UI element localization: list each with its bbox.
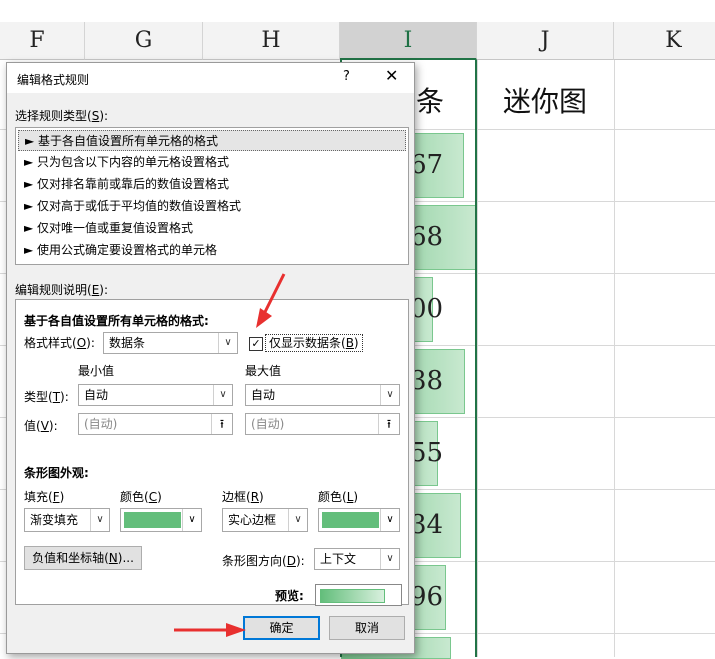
edit-rule-description-label: 编辑规则说明(E):	[15, 283, 109, 297]
maximum-label: 最大值	[245, 364, 282, 378]
format-style-dropdown[interactable]: 数据条 ∨	[103, 332, 238, 354]
column-header-h[interactable]: H	[203, 22, 340, 60]
chevron-down-icon: ∨	[380, 509, 399, 531]
fill-label: 填充(F)	[24, 490, 65, 504]
range-select-icon[interactable]: ⭱	[378, 414, 399, 434]
range-select-icon[interactable]: ⭱	[211, 414, 232, 434]
edit-format-rule-dialog: 编辑格式规则 ? ✕ 选择规则类型(S): ► 基于各自值设置所有单元格的格式 …	[6, 62, 415, 654]
preview-label: 预览:	[275, 589, 304, 603]
minimum-label: 最小值	[78, 364, 115, 378]
bar-direction-label: 条形图方向(D):	[222, 554, 305, 568]
annotation-arrow-checkbox	[256, 273, 286, 328]
format-all-cells-heading: 基于各自值设置所有单元格的格式:	[24, 314, 209, 328]
max-value-text: (自动)	[251, 417, 285, 431]
fill-type-dropdown[interactable]: 渐变填充 ∨	[24, 508, 110, 532]
border-color-picker[interactable]: ∨	[318, 508, 400, 532]
chevron-down-icon: ∨	[182, 509, 201, 531]
annotation-arrow-ok	[174, 623, 246, 637]
rule-type-item[interactable]: ► 仅对高于或低于平均值的数值设置格式	[18, 196, 406, 217]
preview-data-bar	[320, 589, 385, 603]
grid-line	[614, 60, 615, 657]
chevron-down-icon: ∨	[213, 385, 232, 405]
rule-type-list[interactable]: ► 基于各自值设置所有单元格的格式 ► 只为包含以下内容的单元格设置格式 ► 仅…	[15, 127, 409, 265]
column-header-i[interactable]: I	[340, 22, 477, 60]
column-letter: K	[665, 28, 682, 53]
grid-line	[477, 60, 478, 657]
chevron-down-icon: ∨	[90, 509, 109, 531]
fill-type-value: 渐变填充	[30, 513, 79, 527]
max-type-value: 自动	[251, 388, 276, 402]
format-style-label: 格式样式(O):	[24, 336, 95, 350]
column-header-k[interactable]: K	[614, 22, 715, 60]
column-header-j[interactable]: J	[477, 22, 614, 60]
dialog-titlebar[interactable]: 编辑格式规则 ? ✕	[7, 63, 414, 93]
min-value-text: (自动)	[84, 417, 118, 431]
rule-type-item[interactable]: ► 使用公式确定要设置格式的单元格	[18, 240, 406, 261]
fill-color-label: 颜色(C)	[120, 490, 162, 504]
select-rule-type-label: 选择规则类型(S):	[15, 109, 109, 123]
column-header-g[interactable]: G	[85, 22, 203, 60]
chevron-down-icon: ∨	[218, 333, 237, 353]
rule-description-panel: 基于各自值设置所有单元格的格式: 格式样式(O): 数据条 ∨ ✓ 仅显示数据条…	[15, 299, 409, 605]
min-type-value: 自动	[84, 388, 109, 402]
cell-sparkline-header[interactable]: 迷你图	[503, 80, 587, 120]
color-swatch	[322, 512, 379, 528]
max-type-dropdown[interactable]: 自动 ∨	[245, 384, 400, 406]
rule-type-item[interactable]: ► 基于各自值设置所有单元格的格式	[18, 130, 406, 151]
type-label: 类型(T):	[24, 390, 69, 404]
close-icon[interactable]: ✕	[385, 66, 398, 85]
help-button[interactable]: ?	[343, 69, 350, 84]
rule-type-item[interactable]: ► 仅对排名靠前或靠后的数值设置格式	[18, 174, 406, 195]
min-type-dropdown[interactable]: 自动 ∨	[78, 384, 233, 406]
cancel-button[interactable]: 取消	[329, 616, 405, 640]
show-bar-only-label[interactable]: 仅显示数据条(B)	[265, 334, 363, 352]
dialog-title: 编辑格式规则	[17, 73, 90, 87]
column-letter: F	[29, 28, 45, 53]
bar-direction-dropdown[interactable]: 上下文 ∨	[314, 548, 400, 570]
border-type-dropdown[interactable]: 实心边框 ∨	[222, 508, 308, 532]
preview-box	[315, 584, 402, 606]
color-swatch	[124, 512, 181, 528]
format-style-value: 数据条	[109, 336, 146, 350]
chevron-down-icon: ∨	[288, 509, 307, 531]
value-label: 值(V):	[24, 419, 58, 433]
rule-type-item[interactable]: ► 仅对唯一值或重复值设置格式	[18, 218, 406, 239]
max-value-input[interactable]: (自动) ⭱	[245, 413, 400, 435]
column-letter: G	[134, 28, 153, 53]
border-label: 边框(R)	[222, 490, 264, 504]
chevron-down-icon: ∨	[380, 385, 399, 405]
show-bar-only-checkbox[interactable]: ✓	[249, 337, 263, 351]
bar-appearance-heading: 条形图外观:	[24, 466, 89, 480]
ok-button[interactable]: 确定	[243, 616, 320, 640]
border-color-label: 颜色(L)	[318, 490, 359, 504]
column-letter: J	[540, 28, 550, 53]
border-type-value: 实心边框	[228, 513, 277, 527]
chevron-down-icon: ∨	[380, 549, 399, 569]
bar-direction-value: 上下文	[320, 552, 357, 566]
column-letter: I	[403, 27, 413, 53]
fill-color-picker[interactable]: ∨	[120, 508, 202, 532]
negative-value-axis-button[interactable]: 负值和坐标轴(N)...	[24, 546, 142, 570]
column-header-f[interactable]: F	[0, 22, 85, 60]
min-value-input[interactable]: (自动) ⭱	[78, 413, 233, 435]
column-letter: H	[261, 28, 281, 53]
rule-type-item[interactable]: ► 只为包含以下内容的单元格设置格式	[18, 152, 406, 173]
